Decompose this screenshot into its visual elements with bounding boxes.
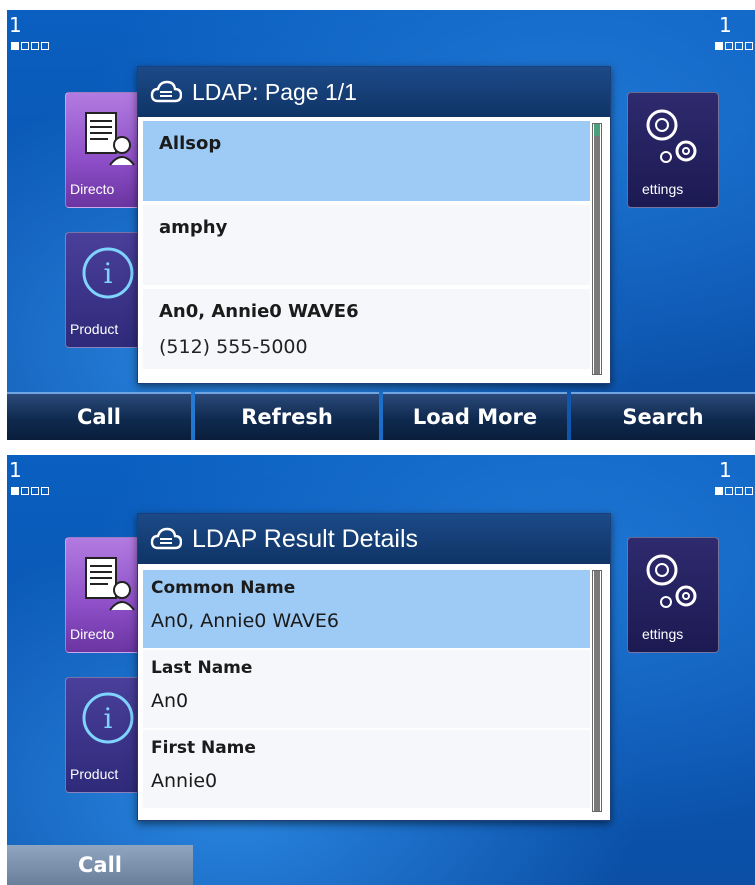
phone-screen-ldap-list: 1 1 Directo i Product ettings LDAP: Page… xyxy=(7,10,755,440)
svg-text:i: i xyxy=(104,702,113,735)
directory-tile-label: Directo xyxy=(70,626,115,642)
call-softkey[interactable]: Call xyxy=(7,392,191,440)
phone-screen-ldap-details: 1 1 Directo i Product ettings LDAP Resul… xyxy=(7,455,755,885)
ldap-result-list: Allsop amphy An0, Annie0 WAVE6 (512) 555… xyxy=(143,121,590,377)
line-indicator-left xyxy=(11,42,49,50)
settings-app-tile[interactable]: ettings xyxy=(627,92,719,208)
detail-field[interactable]: Common Name An0, Annie0 WAVE6 xyxy=(143,570,590,650)
field-label: Last Name xyxy=(151,658,253,678)
settings-gear-icon xyxy=(646,109,697,163)
scroll-thumb[interactable] xyxy=(594,124,600,374)
list-item[interactable]: amphy xyxy=(143,205,590,289)
detail-field[interactable]: Last Name An0 xyxy=(143,650,590,730)
settings-gear-icon xyxy=(646,554,697,608)
dialog-header: LDAP: Page 1/1 xyxy=(138,67,610,117)
field-label: First Name xyxy=(151,738,256,758)
field-value: An0 xyxy=(151,690,189,712)
refresh-softkey[interactable]: Refresh xyxy=(195,392,379,440)
line-number-left: 1 xyxy=(9,13,22,37)
line-number-right: 1 xyxy=(719,13,732,37)
field-label: Common Name xyxy=(151,578,296,598)
scrollbar[interactable] xyxy=(592,570,602,812)
field-value: An0, Annie0 WAVE6 xyxy=(151,610,340,632)
line-indicator-right xyxy=(715,487,753,495)
load-more-softkey[interactable]: Load More xyxy=(383,392,567,440)
scrollbar[interactable] xyxy=(592,123,602,375)
line-indicator-right xyxy=(715,42,753,50)
scroll-position-marker xyxy=(594,124,600,136)
list-item[interactable]: An0, Annie0 WAVE6 (512) 555-5000 xyxy=(143,289,590,373)
call-softkey[interactable]: Call xyxy=(7,845,193,885)
dialog-header: LDAP Result Details xyxy=(138,514,610,564)
contact-name: amphy xyxy=(159,217,228,238)
directory-icon xyxy=(85,557,135,611)
svg-text:i: i xyxy=(104,257,113,290)
field-value: Annie0 xyxy=(151,770,218,792)
product-tile-label: Product xyxy=(70,321,119,337)
line-indicator-left xyxy=(11,487,49,495)
dialog-title: LDAP: Page 1/1 xyxy=(192,78,357,105)
settings-tile-label: ettings xyxy=(642,181,684,197)
softkey-bar: Call xyxy=(7,845,193,885)
search-softkey[interactable]: Search xyxy=(571,392,755,440)
settings-app-tile[interactable]: ettings xyxy=(627,537,719,653)
ldap-details-dialog: LDAP Result Details Common Name An0, Ann… xyxy=(137,513,611,821)
detail-field[interactable]: First Name Annie0 xyxy=(143,730,590,810)
directory-tile-label: Directo xyxy=(70,181,115,197)
softkey-bar: Call Refresh Load More Search xyxy=(7,392,755,440)
product-tile-label: Product xyxy=(70,766,119,782)
info-icon: i xyxy=(82,692,134,744)
dialog-title: LDAP Result Details xyxy=(192,524,419,553)
ldap-detail-fields: Common Name An0, Annie0 WAVE6 Last Name … xyxy=(143,570,590,814)
cloud-icon xyxy=(150,80,182,103)
settings-tile-label: ettings xyxy=(642,626,684,642)
line-number-right: 1 xyxy=(719,458,732,482)
contact-name: Allsop xyxy=(159,133,222,154)
list-item[interactable]: Allsop xyxy=(143,121,590,205)
contact-phone: (512) 555-5000 xyxy=(159,336,308,358)
contact-name: An0, Annie0 WAVE6 xyxy=(159,301,359,322)
cloud-icon xyxy=(150,527,182,550)
scroll-thumb[interactable] xyxy=(594,571,600,811)
line-number-left: 1 xyxy=(9,458,22,482)
ldap-list-dialog: LDAP: Page 1/1 Allsop amphy An0, Annie0 … xyxy=(137,66,611,384)
directory-icon xyxy=(85,112,135,166)
info-icon: i xyxy=(82,247,134,299)
